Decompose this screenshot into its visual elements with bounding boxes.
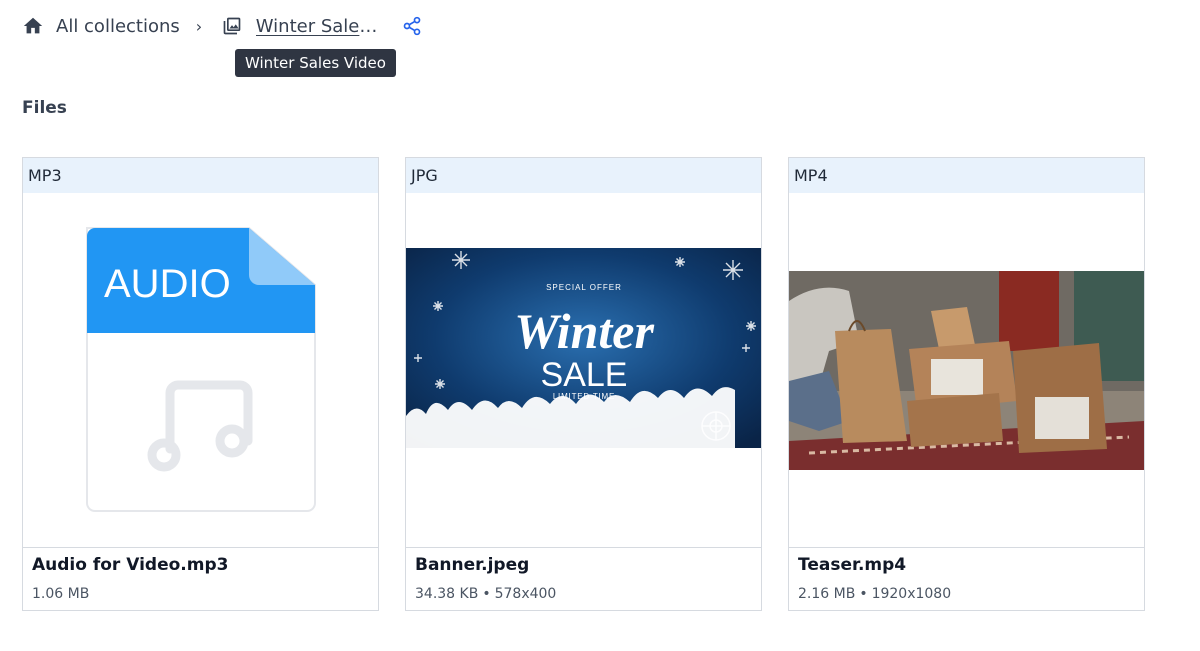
- file-size: 34.38 KB: [415, 586, 479, 602]
- file-card-audio[interactable]: MP3 AUDIO Audio for Video.mp3 1.06 MB: [22, 157, 379, 611]
- tooltip: Winter Sales Video: [235, 49, 396, 77]
- section-title-files: Files: [22, 98, 67, 118]
- banner-top-text: SPECIAL OFFER: [546, 283, 622, 292]
- file-type-label: JPG: [406, 158, 761, 193]
- file-type-label: MP3: [23, 158, 378, 193]
- file-dimensions: 1920x1080: [871, 586, 952, 602]
- audio-label: AUDIO: [104, 262, 231, 306]
- file-size: 2.16 MB: [798, 586, 856, 602]
- file-preview-audio[interactable]: AUDIO: [23, 193, 378, 548]
- video-thumbnail-image: [789, 271, 1144, 470]
- banner-main-text: SALE: [541, 356, 628, 394]
- breadcrumb-separator-icon: ›: [195, 16, 203, 36]
- file-preview-video[interactable]: [789, 193, 1144, 548]
- file-meta: 2.16 MB • 1920x1080: [798, 586, 952, 602]
- file-meta: 1.06 MB: [32, 586, 89, 602]
- file-size: 1.06 MB: [32, 586, 90, 602]
- audio-file-icon: AUDIO: [86, 227, 316, 512]
- file-card-image[interactable]: JPG SPECIAL OFFER Winter SALE Banner.jpe…: [405, 157, 762, 611]
- file-meta: 34.38 KB • 578x400: [415, 586, 557, 602]
- breadcrumb-current-collection[interactable]: Winter Sales Video: [256, 16, 380, 37]
- share-icon[interactable]: [402, 16, 422, 36]
- image-collection-icon: [222, 16, 242, 36]
- file-preview-image[interactable]: SPECIAL OFFER Winter SALE LIMITED TIME: [406, 193, 761, 548]
- winter-sale-banner-image: SPECIAL OFFER Winter SALE LIMITED TIME: [406, 248, 761, 448]
- file-name: Audio for Video.mp3: [32, 555, 229, 575]
- banner-script-text: Winter: [514, 303, 654, 359]
- file-name: Teaser.mp4: [798, 555, 907, 575]
- file-name: Banner.jpeg: [415, 555, 530, 575]
- file-card-video[interactable]: MP4 Teaser.mp4 2.16 MB • 1920x1080: [788, 157, 1145, 611]
- breadcrumb-all-collections[interactable]: All collections: [56, 16, 180, 37]
- file-dimensions: 578x400: [494, 586, 557, 602]
- breadcrumb: All collections › Winter Sales Video: [22, 12, 422, 40]
- home-icon[interactable]: [22, 15, 44, 37]
- file-type-label: MP4: [789, 158, 1144, 193]
